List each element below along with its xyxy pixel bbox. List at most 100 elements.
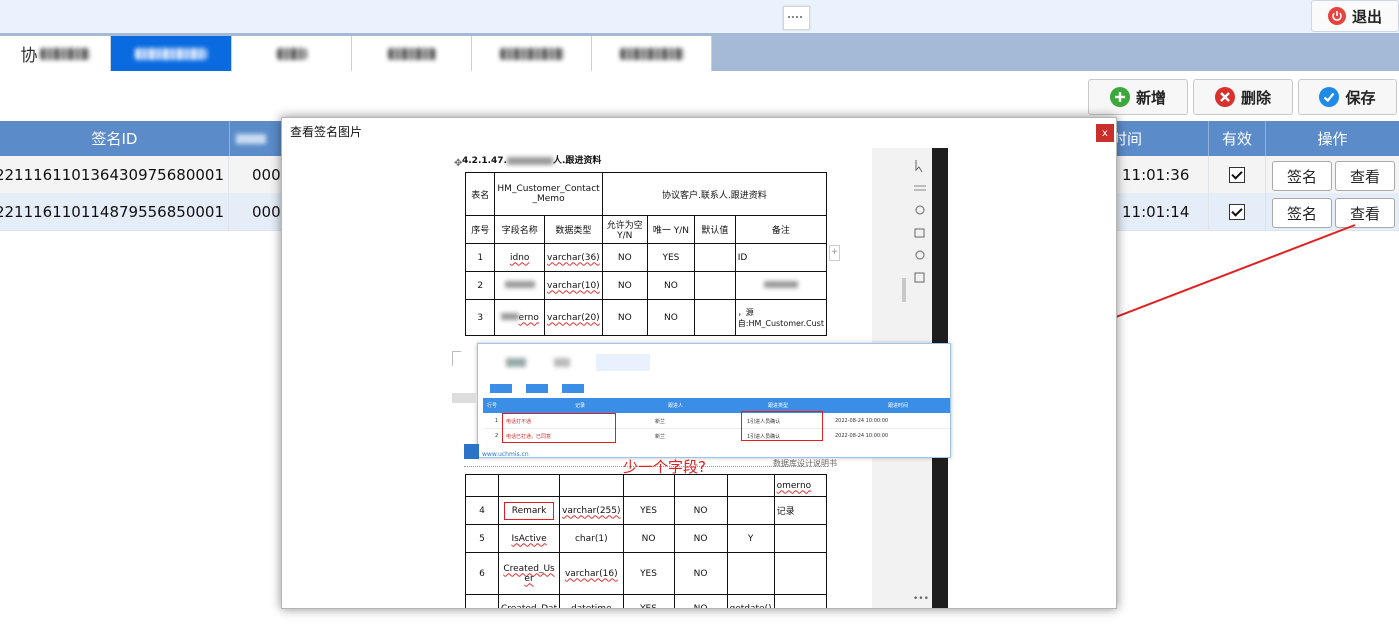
th-type: 数据类型: [544, 215, 603, 244]
mini-delete-button: [526, 384, 548, 393]
inner-cell-no: 2: [495, 433, 499, 439]
cell-null: NO: [601, 299, 648, 336]
close-icon: x: [1102, 127, 1108, 139]
field-name-tail: erno: [518, 312, 539, 323]
embedded-app-screenshot: 行号 记录 跟进人 跟进类型 跟进时间 1 电话打不通 新兰 1引进人员确认 2…: [477, 343, 951, 458]
cell-empty: [465, 474, 499, 497]
th-unique: 唯一 Y/N: [646, 215, 695, 244]
cell-name: Remark: [497, 496, 561, 525]
cell-type: varchar(10): [544, 271, 603, 300]
cell-no: [465, 594, 499, 608]
blurred-tab: [506, 358, 526, 367]
th-field: 字段名称: [494, 215, 545, 244]
cell-null: NO: [601, 243, 648, 272]
inner-th-type: 跟进类型: [768, 403, 789, 409]
blurred-field-prefix: [500, 312, 519, 320]
cell-unique: NO: [646, 299, 695, 336]
cell-null: YES: [622, 496, 675, 525]
cell-no: 6: [465, 552, 499, 595]
signature-image: ••• 4.2.1.47. 人.跟进资料 表名 HM_Customer_Conta…: [282, 148, 1116, 608]
cell-null: NO: [622, 524, 675, 553]
inner-th-time: 跟进时间: [888, 403, 909, 409]
cell-name: erno: [494, 299, 545, 336]
page-gutter: [452, 393, 476, 403]
cell-empty: [673, 474, 728, 497]
th-no: 序号: [464, 215, 496, 244]
inner-cell-no: 1: [495, 418, 499, 424]
cell-type: varchar(36): [544, 243, 603, 272]
cell-type: varchar(16): [559, 552, 624, 595]
cell-default: getdate(): [726, 594, 775, 608]
cell-default: [726, 496, 775, 525]
cell-empty: [497, 474, 561, 497]
company-logo: [464, 444, 479, 459]
cell-no: 4: [465, 496, 499, 525]
doc-footer-title: 数据库设计说明书: [773, 459, 837, 468]
table-label-cell: 表名: [464, 172, 496, 216]
inner-th-record: 记录: [575, 403, 586, 409]
cell-default: [693, 243, 736, 272]
cell-no: 5: [465, 524, 499, 553]
inner-grid-header: 行号 记录 跟进人 跟进类型 跟进时间: [483, 398, 950, 413]
cell-no: 3: [464, 299, 496, 336]
mini-save-button: [562, 384, 584, 393]
svg-text:•••: •••: [913, 594, 929, 604]
cell-no: 1: [464, 243, 496, 272]
close-button[interactable]: x: [1096, 124, 1114, 142]
page-margin-marker: [452, 351, 461, 366]
section-title-tail: 人.跟进资料: [553, 156, 602, 166]
cell-null: YES: [622, 594, 675, 608]
cell-empty: [622, 474, 675, 497]
inner-th-person: 跟进人: [668, 403, 684, 409]
cell-type: varchar(20): [544, 299, 603, 336]
cell-remark: [773, 552, 828, 595]
cell-null: YES: [622, 552, 675, 595]
cell-type: datetime: [559, 594, 624, 608]
highlight-box-type: [741, 411, 823, 441]
highlight-box-record: [502, 413, 616, 443]
th-null: 允许为空 Y/N: [601, 215, 648, 244]
cell-type: char(1): [559, 524, 624, 553]
blurred-tab: [554, 358, 570, 367]
inner-cell-person: 新兰: [655, 434, 666, 440]
table-move-icon: ✥: [454, 158, 463, 169]
cell-empty: [559, 474, 624, 497]
cell-name: [494, 271, 545, 300]
dialog-title: 查看签名图片: [290, 125, 363, 139]
blurred-name: [507, 156, 553, 165]
cell-null: NO: [601, 271, 648, 300]
active-tab: [596, 354, 650, 371]
doc-table-upper: 表名 HM_Customer_Contact_Memo 协议客户.联系人.跟进资…: [464, 172, 828, 336]
cell-remark-continued: omerno: [773, 474, 828, 497]
blurred-field-name: [504, 280, 535, 288]
cell-unique: NO: [646, 271, 695, 300]
cell-name: Created_User: [497, 552, 561, 595]
inner-cell-time: 2022-08-24 10:00:00: [835, 418, 889, 424]
cell-remark: [773, 524, 828, 553]
blurred-remark: [763, 280, 798, 288]
inner-th-no: 行号: [487, 403, 498, 409]
company-url: www.uchmis.cn: [482, 451, 529, 458]
cell-default: Y: [726, 524, 775, 553]
th-default: 默认值: [693, 215, 736, 244]
remark-field-highlight: Remark: [503, 501, 555, 520]
section-number: 4.2.1.47.: [462, 156, 507, 166]
cell-name: Created_Dat: [497, 594, 561, 608]
table-add-handle[interactable]: +: [829, 245, 840, 261]
cell-default: [726, 552, 775, 595]
cell-default: [693, 299, 736, 336]
cell-unique: NO: [673, 552, 728, 595]
cell-no: 2: [464, 271, 496, 300]
cell-unique: NO: [673, 594, 728, 608]
doc-section-heading: 4.2.1.47. 人.跟进资料: [462, 153, 601, 166]
cell-name: IsActive: [497, 524, 561, 553]
table-name-cell: HM_Customer_Contact_Memo: [494, 172, 603, 216]
inner-cell-time: 2022-08-24 10:00:00: [835, 433, 889, 439]
th-remark: 备注: [734, 215, 828, 244]
table-desc-cell: 协议客户.联系人.跟进资料: [601, 172, 828, 216]
cell-type: varchar(255): [559, 496, 624, 525]
mini-add-button: [490, 384, 512, 393]
cell-unique: NO: [673, 496, 728, 525]
cell-remark: ，源自:HM_Customer.Cust: [734, 299, 828, 336]
cell-default: [693, 271, 736, 300]
